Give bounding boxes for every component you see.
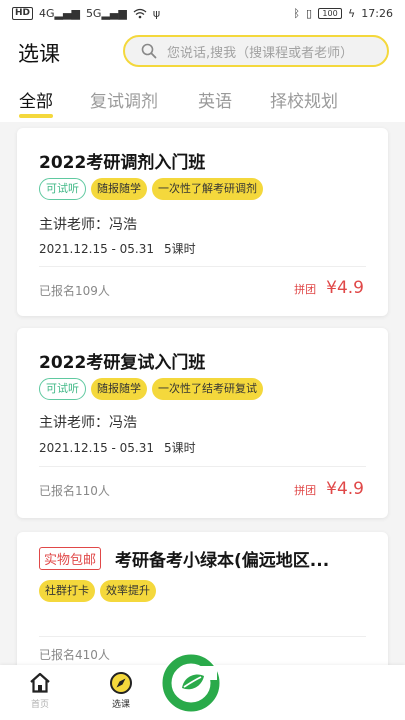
home-icon bbox=[30, 672, 50, 693]
enrolled-count: 已报名410人 bbox=[39, 648, 110, 662]
course-title: 2022考研复试入门班 bbox=[39, 353, 206, 373]
card-divider bbox=[39, 636, 366, 637]
tab-school-planning[interactable]: 择校规划 bbox=[270, 87, 338, 112]
group-buy-label: 拼团 bbox=[294, 484, 317, 497]
course-price: ¥4.9 bbox=[326, 278, 364, 298]
enrolled-count: 已报名110人 bbox=[39, 484, 110, 498]
card-divider bbox=[39, 466, 366, 467]
course-price: ¥4.9 bbox=[326, 479, 364, 499]
course-title-row: 实物包邮 考研备考小绿本(偏远地区... bbox=[39, 546, 329, 571]
course-card[interactable]: 2022考研调剂入门班 可试听 随报随学 一次性了解考研调剂 主讲老师：冯浩 2… bbox=[17, 128, 388, 316]
page-title: 选课 bbox=[18, 42, 60, 66]
course-teacher: 主讲老师：冯浩 bbox=[39, 217, 137, 233]
course-title: 2022考研调剂入门班 bbox=[39, 153, 206, 173]
usb-icon: ψ bbox=[152, 6, 161, 20]
course-title: 考研备考小绿本(偏远地区... bbox=[115, 551, 330, 571]
course-date-range: 2021.12.15 - 05.31 bbox=[39, 441, 155, 455]
header: 选课 您说话,搜我（搜课程或者老师） bbox=[0, 26, 405, 78]
course-card[interactable]: 实物包邮 考研备考小绿本(偏远地区... 社群打卡 效率提升 已报名410人 bbox=[17, 532, 388, 672]
price-box: 拼团 ¥4.9 bbox=[294, 278, 364, 298]
battery-icon: 100 bbox=[318, 7, 343, 19]
tab-all[interactable]: 全部 bbox=[19, 87, 53, 112]
course-teacher: 主讲老师：冯浩 bbox=[39, 415, 137, 431]
compass-icon bbox=[110, 672, 132, 694]
course-schedule: 2021.12.15 - 05.31 5课时 bbox=[39, 439, 196, 456]
status-time: 17:26 bbox=[361, 6, 393, 20]
course-tags: 可试听 随报随学 一次性了结考研复试 bbox=[39, 378, 263, 400]
course-tags: 社群打卡 效率提升 bbox=[39, 580, 156, 602]
price-box: 拼团 ¥4.9 bbox=[294, 479, 364, 499]
active-tab-indicator bbox=[19, 114, 53, 118]
course-schedule: 2021.12.15 - 05.31 5课时 bbox=[39, 240, 196, 257]
nav-item-courses[interactable]: 选课 bbox=[91, 671, 151, 710]
status-bar: HD 4G▂▄▆ 5G▂▄▆ ψ ᛒ ▯ 100 ϟ 17:26 bbox=[0, 0, 405, 26]
course-card[interactable]: 2022考研复试入门班 可试听 随报随学 一次性了结考研复试 主讲老师：冯浩 2… bbox=[17, 328, 388, 518]
course-tags: 可试听 随报随学 一次性了解考研调剂 bbox=[39, 178, 263, 200]
search-input[interactable]: 您说话,搜我（搜课程或者老师） bbox=[123, 35, 389, 67]
nav-label-home: 首页 bbox=[30, 700, 49, 710]
course-lessons: 5课时 bbox=[164, 441, 196, 455]
tab-english[interactable]: 英语 bbox=[198, 87, 232, 112]
signal-4g: 4G▂▄▆ bbox=[39, 6, 80, 20]
feature-tag: 随报随学 bbox=[91, 178, 147, 200]
bluetooth-icon: ᛒ bbox=[293, 6, 300, 20]
charging-icon: ϟ bbox=[348, 6, 356, 20]
course-date-range: 2021.12.15 - 05.31 bbox=[39, 242, 155, 256]
trial-tag: 可试听 bbox=[39, 178, 86, 200]
status-left: HD 4G▂▄▆ 5G▂▄▆ ψ bbox=[12, 6, 161, 20]
group-buy-label: 拼团 bbox=[294, 283, 317, 296]
trial-tag: 可试听 bbox=[39, 378, 86, 400]
feature-tag: 一次性了结考研复试 bbox=[152, 378, 263, 400]
card-divider bbox=[39, 266, 366, 267]
enrolled-count: 已报名109人 bbox=[39, 284, 110, 298]
vibrate-icon: ▯ bbox=[305, 6, 313, 20]
category-tabs: 全部 复试调剂 英语 择校规划 bbox=[0, 78, 405, 122]
feature-tag: 效率提升 bbox=[100, 580, 156, 602]
status-right: ᛒ ▯ 100 ϟ 17:26 bbox=[293, 7, 393, 20]
nav-item-home[interactable]: 首页 bbox=[10, 671, 70, 710]
search-icon bbox=[141, 43, 157, 59]
free-shipping-badge: 实物包邮 bbox=[39, 547, 102, 570]
tab-retest-transfer[interactable]: 复试调剂 bbox=[90, 87, 158, 112]
app-logo-icon bbox=[161, 653, 221, 713]
course-lessons: 5课时 bbox=[164, 242, 196, 256]
wifi-icon bbox=[133, 8, 147, 18]
signal-5g: 5G▂▄▆ bbox=[85, 6, 127, 20]
hd-indicator: HD bbox=[12, 6, 34, 20]
nav-label-courses: 选课 bbox=[111, 700, 130, 710]
feature-tag: 随报随学 bbox=[91, 378, 147, 400]
search-placeholder: 您说话,搜我（搜课程或者老师） bbox=[167, 45, 354, 61]
feature-tag: 社群打卡 bbox=[39, 580, 95, 602]
feature-tag: 一次性了解考研调剂 bbox=[152, 178, 263, 200]
